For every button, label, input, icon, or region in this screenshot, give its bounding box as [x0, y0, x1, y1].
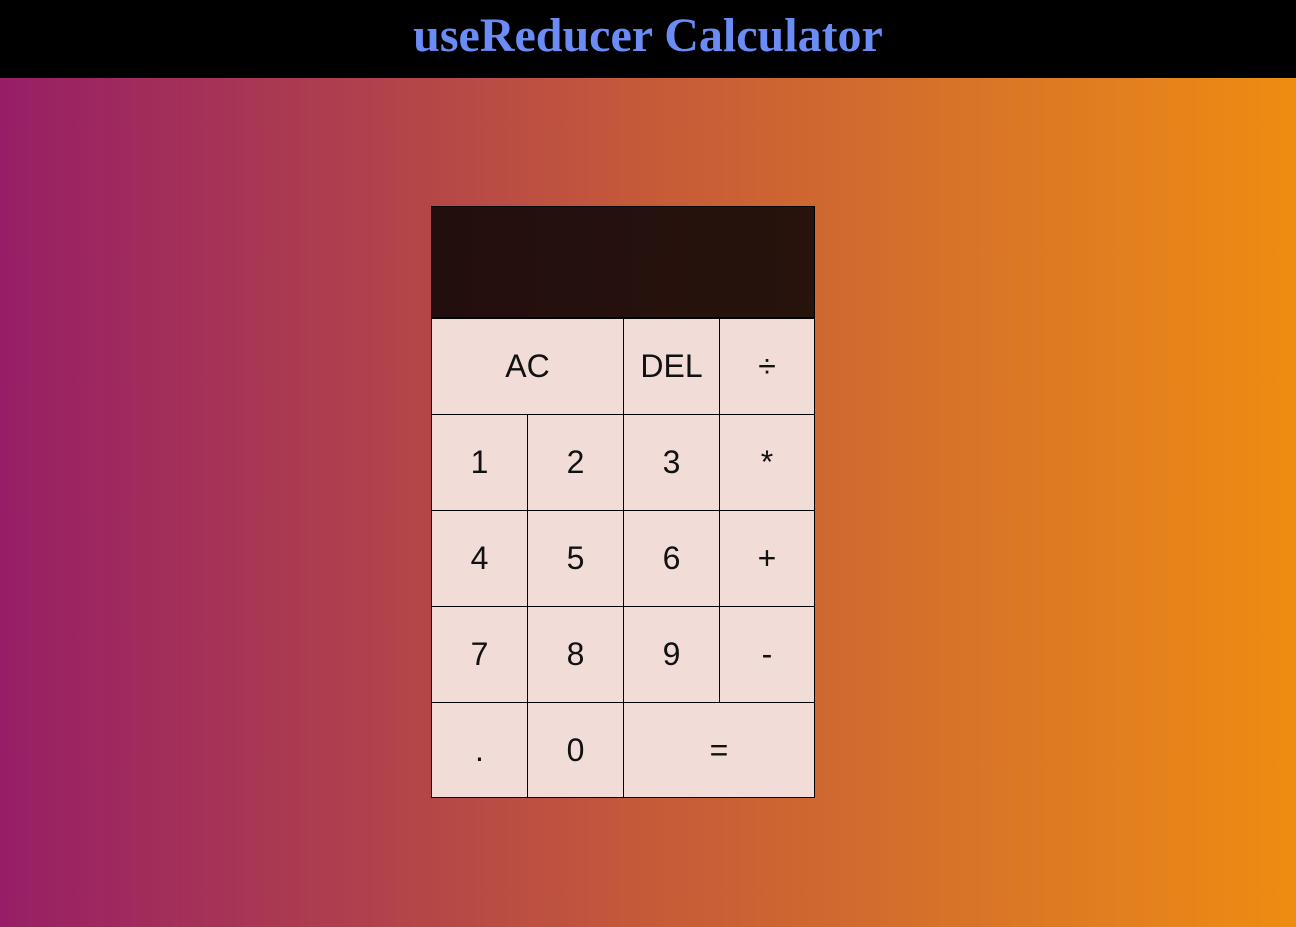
digit-5-button[interactable]: 5 — [527, 510, 624, 607]
digit-7-button[interactable]: 7 — [431, 606, 528, 703]
calculator-grid: AC DEL ÷ 1 2 3 * 4 5 6 + 7 8 9 - . 0 = — [431, 206, 815, 798]
calculator-display — [431, 206, 815, 318]
digit-4-button[interactable]: 4 — [431, 510, 528, 607]
decimal-button[interactable]: . — [431, 702, 528, 798]
app-header: useReducer Calculator — [0, 0, 1296, 78]
digit-2-button[interactable]: 2 — [527, 414, 624, 511]
equals-button[interactable]: = — [623, 702, 815, 798]
divide-button[interactable]: ÷ — [719, 318, 815, 415]
delete-button[interactable]: DEL — [623, 318, 720, 415]
multiply-button[interactable]: * — [719, 414, 815, 511]
page-title: useReducer Calculator — [413, 9, 883, 62]
clear-button[interactable]: AC — [431, 318, 624, 415]
subtract-button[interactable]: - — [719, 606, 815, 703]
digit-1-button[interactable]: 1 — [431, 414, 528, 511]
add-button[interactable]: + — [719, 510, 815, 607]
digit-6-button[interactable]: 6 — [623, 510, 720, 607]
digit-0-button[interactable]: 0 — [527, 702, 624, 798]
digit-3-button[interactable]: 3 — [623, 414, 720, 511]
digit-8-button[interactable]: 8 — [527, 606, 624, 703]
digit-9-button[interactable]: 9 — [623, 606, 720, 703]
